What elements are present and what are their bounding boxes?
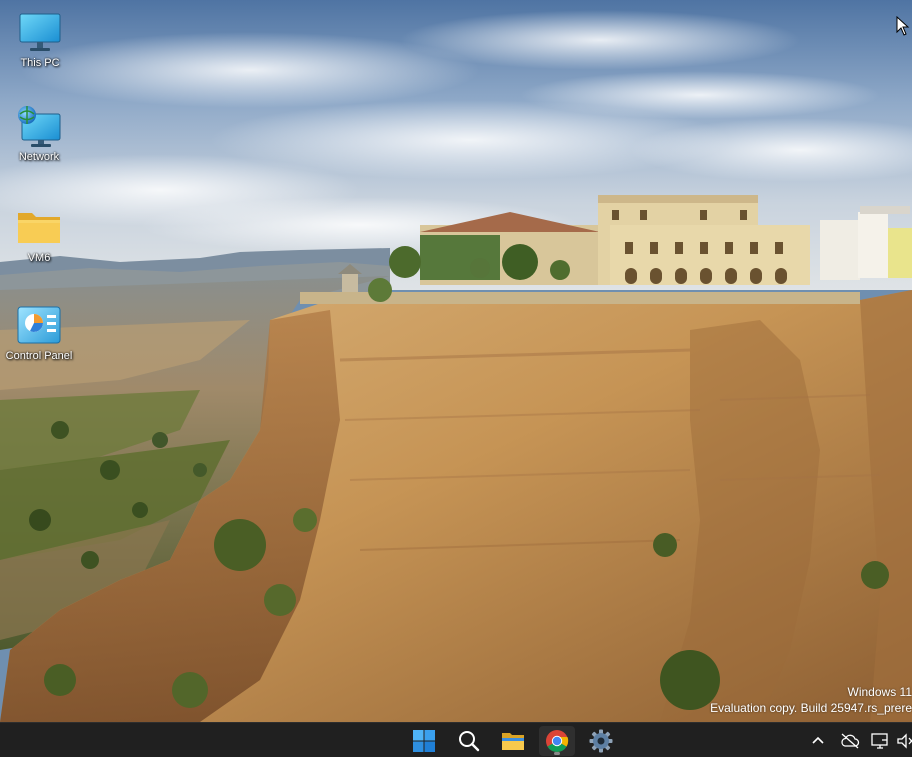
active-app-indicator: [554, 752, 560, 755]
desktop-icon-label: VM6: [27, 252, 51, 264]
speaker-muted-icon: [897, 733, 912, 749]
watermark-build: Evaluation copy. Build 25947.rs_prere: [710, 701, 912, 715]
file-explorer-button[interactable]: [495, 726, 531, 756]
chrome-icon: [546, 730, 569, 752]
desktop-icon-network[interactable]: Network: [0, 106, 79, 164]
folder-icon: [502, 733, 524, 750]
desktop: This PC Network VM6 Control Panel Window…: [0, 0, 912, 757]
settings-button[interactable]: [583, 726, 619, 756]
start-button[interactable]: [406, 726, 442, 756]
cloud-off-icon: [841, 733, 860, 749]
desktop-icon-this-pc[interactable]: This PC: [0, 12, 80, 70]
mouse-cursor-icon: [896, 16, 910, 36]
desktop-icon-control-panel[interactable]: Control Panel: [0, 305, 79, 363]
monitor-icon: [17, 12, 63, 54]
network-icon: [16, 106, 62, 148]
volume-button[interactable]: [896, 731, 912, 751]
network-monitor-icon: [871, 733, 888, 749]
chrome-button[interactable]: [539, 726, 575, 756]
chevron-up-icon: [812, 736, 824, 744]
desktop-icon-label: This PC: [20, 57, 60, 69]
desktop-icon-label: Network: [18, 151, 60, 163]
network-status-button[interactable]: [870, 731, 890, 751]
gear-icon: [589, 729, 613, 753]
windows-logo-icon: [413, 730, 435, 752]
show-hidden-icons-button[interactable]: [808, 731, 828, 751]
taskbar: [0, 722, 912, 757]
folder-icon: [16, 207, 62, 249]
windows-watermark: Windows 11 Evaluation copy. Build 25947.…: [652, 684, 912, 716]
wallpaper: [0, 0, 912, 722]
search-icon: [459, 731, 480, 752]
search-button[interactable]: [451, 726, 487, 756]
desktop-icon-vm6[interactable]: VM6: [0, 207, 79, 265]
control-panel-icon: [16, 305, 62, 347]
desktop-icon-label: Control Panel: [5, 350, 73, 362]
onedrive-button[interactable]: [840, 731, 860, 751]
watermark-edition: Windows 11: [847, 685, 912, 699]
